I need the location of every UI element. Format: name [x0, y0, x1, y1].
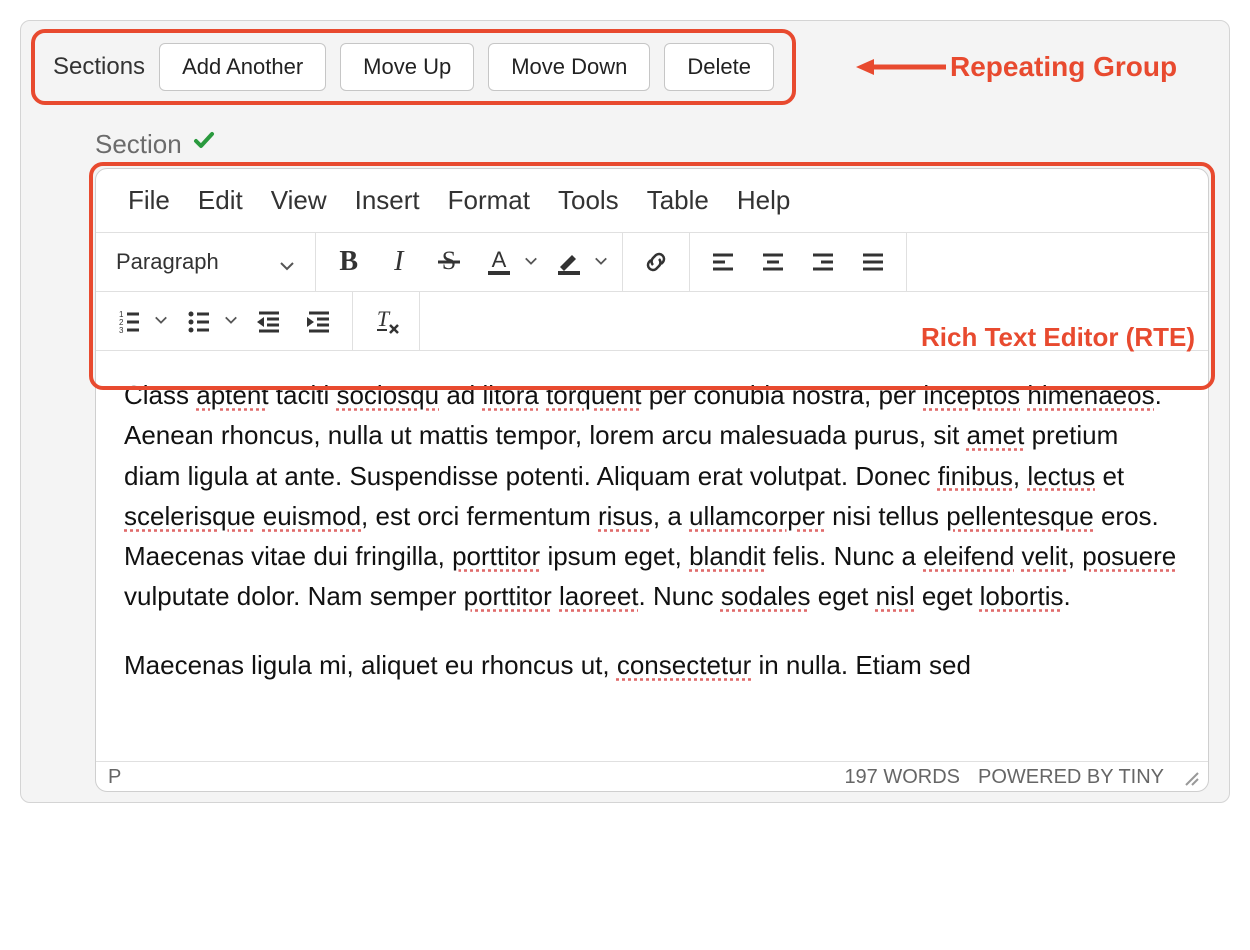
ordered-list-button[interactable]: 123: [108, 300, 170, 342]
check-icon: [192, 129, 216, 160]
rte-editor: File Edit View Insert Format Tools Table…: [95, 168, 1209, 792]
align-center-button[interactable]: [752, 241, 794, 283]
content-paragraph[interactable]: Class aptent taciti sociosqu ad litora t…: [124, 375, 1180, 617]
link-group: [623, 233, 690, 291]
callout-text: Repeating Group: [950, 51, 1177, 83]
editor-wrap: File Edit View Insert Format Tools Table…: [95, 168, 1209, 792]
highlight-icon: [548, 241, 590, 283]
resize-handle-icon[interactable]: [1182, 769, 1200, 787]
element-path[interactable]: P: [108, 766, 121, 789]
svg-text:A: A: [491, 247, 506, 272]
align-justify-button[interactable]: [852, 241, 894, 283]
rte-menubar: File Edit View Insert Format Tools Table…: [96, 169, 1208, 233]
chevron-down-icon: [154, 313, 170, 329]
list-indent-group: 123: [96, 292, 353, 350]
outdent-button[interactable]: [248, 300, 290, 342]
menu-format[interactable]: Format: [434, 185, 544, 216]
editor-statusbar: P 197 WORDS POWERED BY TINY: [96, 761, 1208, 791]
link-button[interactable]: [635, 241, 677, 283]
spacer: [907, 233, 1208, 291]
ordered-list-icon: 123: [108, 300, 150, 342]
move-down-button[interactable]: Move Down: [488, 43, 650, 91]
clear-format-group: T: [353, 292, 420, 350]
chevron-down-icon: [224, 313, 240, 329]
powered-by-label[interactable]: POWERED BY TINY: [978, 766, 1164, 789]
strikethrough-button[interactable]: S: [428, 241, 470, 283]
bold-button[interactable]: B: [328, 241, 370, 283]
italic-button[interactable]: I: [378, 241, 420, 283]
move-up-button[interactable]: Move Up: [340, 43, 474, 91]
menu-edit[interactable]: Edit: [184, 185, 257, 216]
callout-arrow-repeating-group: Repeating Group: [856, 51, 1177, 83]
section-label: Section: [95, 129, 182, 160]
unordered-list-button[interactable]: [178, 300, 240, 342]
align-group: [690, 233, 907, 291]
align-right-button[interactable]: [802, 241, 844, 283]
sections-field-label: Sections: [53, 53, 145, 81]
chevron-down-icon: [279, 254, 295, 270]
content-paragraph[interactable]: Maecenas ligula mi, aliquet eu rhoncus u…: [124, 645, 1180, 685]
block-format-label: Paragraph: [116, 249, 219, 275]
rte-toolbar-row1: Paragraph B I S A: [96, 233, 1208, 292]
svg-text:3: 3: [119, 326, 124, 335]
svg-text:T: T: [377, 306, 391, 331]
text-color-icon: A: [478, 241, 520, 283]
topbar-wrap: Sections Add Another Move Up Move Down D…: [31, 29, 1209, 105]
add-another-button[interactable]: Add Another: [159, 43, 326, 91]
inline-format-group: B I S A: [316, 233, 623, 291]
section-label-row: Section: [95, 129, 1209, 160]
rte-toolbar-row2: 123 T: [96, 292, 1208, 351]
form-panel: Sections Add Another Move Up Move Down D…: [20, 20, 1230, 803]
unordered-list-icon: [178, 300, 220, 342]
repeating-group-controls: Sections Add Another Move Up Move Down D…: [31, 29, 796, 105]
spacer: [420, 292, 1208, 350]
highlight-color-button[interactable]: [548, 241, 610, 283]
menu-table[interactable]: Table: [633, 185, 723, 216]
chevron-down-icon: [524, 254, 540, 270]
indent-button[interactable]: [298, 300, 340, 342]
chevron-down-icon: [594, 254, 610, 270]
block-format-group: Paragraph: [96, 233, 316, 291]
word-count[interactable]: 197 WORDS: [844, 766, 960, 789]
menu-file[interactable]: File: [114, 185, 184, 216]
text-color-button[interactable]: A: [478, 241, 540, 283]
arrow-left-icon: [856, 57, 946, 77]
editor-content[interactable]: Class aptent taciti sociosqu ad litora t…: [96, 351, 1208, 761]
delete-button[interactable]: Delete: [664, 43, 774, 91]
menu-view[interactable]: View: [257, 185, 341, 216]
block-format-select[interactable]: Paragraph: [108, 245, 303, 279]
clear-formatting-button[interactable]: T: [365, 300, 407, 342]
menu-tools[interactable]: Tools: [544, 185, 633, 216]
menu-help[interactable]: Help: [723, 185, 804, 216]
align-left-button[interactable]: [702, 241, 744, 283]
menu-insert[interactable]: Insert: [341, 185, 434, 216]
